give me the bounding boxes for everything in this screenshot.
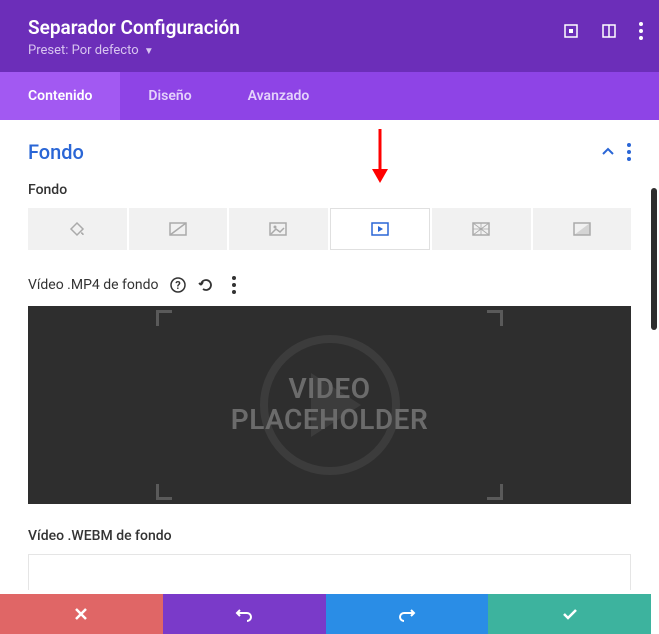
mask-icon (573, 222, 591, 236)
bg-tab-video[interactable] (330, 208, 431, 250)
collapse-icon[interactable] (601, 145, 615, 159)
caret-down-icon: ▼ (144, 46, 154, 57)
check-icon (561, 605, 579, 623)
video-webm-input[interactable] (28, 554, 631, 590)
confirm-button[interactable] (488, 594, 651, 634)
section-menu-icon[interactable] (627, 143, 631, 161)
cancel-button[interactable] (0, 594, 163, 634)
reset-icon (198, 277, 214, 293)
preset-prefix: Preset: (28, 43, 68, 58)
bracket-tl (156, 310, 172, 326)
modal-header: Separador Configuración Preset: Por defe… (0, 0, 659, 72)
close-icon (73, 606, 89, 622)
preset-value: Por defecto (72, 43, 139, 58)
bracket-tr (487, 310, 503, 326)
bg-tab-gradient[interactable] (129, 208, 228, 250)
help-icon: ? (170, 277, 186, 293)
image-icon (269, 222, 287, 236)
expand-icon[interactable] (601, 23, 617, 39)
reset-button[interactable] (195, 274, 217, 296)
tab-content[interactable]: Contenido (0, 72, 120, 120)
footer-actions (0, 594, 651, 634)
background-label: Fondo (28, 182, 631, 198)
section-title: Fondo (28, 140, 84, 164)
background-type-tabs (28, 208, 631, 250)
bracket-br (487, 484, 503, 500)
option-menu-button[interactable] (223, 274, 245, 296)
tab-advanced[interactable]: Avanzado (220, 72, 338, 120)
redo-button[interactable] (326, 594, 489, 634)
undo-button[interactable] (163, 594, 326, 634)
paint-icon (68, 220, 86, 238)
bracket-bl (156, 484, 172, 500)
gradient-icon (169, 222, 187, 236)
video-preview[interactable]: VIDEO PLACEHOLDER (28, 306, 631, 504)
bg-tab-mask[interactable] (533, 208, 632, 250)
undo-icon (235, 605, 253, 623)
bg-tab-image[interactable] (229, 208, 328, 250)
main-tabs: Contenido Diseño Avanzado (0, 72, 659, 120)
placeholder-line2: PLACEHOLDER (231, 405, 429, 436)
video-webm-label: Vídeo .WEBM de fondo (28, 528, 631, 544)
dots-icon (232, 276, 236, 294)
help-button[interactable]: ? (167, 274, 189, 296)
video-placeholder-text: VIDEO PLACEHOLDER (231, 374, 429, 436)
video-icon (371, 222, 389, 236)
kebab-menu-icon[interactable] (639, 22, 643, 40)
snap-icon[interactable] (563, 23, 579, 39)
placeholder-line1: VIDEO (231, 374, 429, 405)
content-panel: Fondo Fondo Vídeo .MP4 de fondo (0, 120, 659, 590)
preset-selector[interactable]: Preset: Por defecto ▼ (28, 43, 631, 58)
bg-tab-color[interactable] (28, 208, 127, 250)
tab-design[interactable]: Diseño (120, 72, 219, 120)
video-mp4-label: Vídeo .MP4 de fondo (28, 277, 159, 293)
pattern-icon (472, 222, 490, 236)
scrollbar[interactable] (651, 188, 657, 330)
svg-text:?: ? (175, 279, 181, 292)
redo-icon (398, 605, 416, 623)
modal-title: Separador Configuración (28, 16, 631, 39)
bg-tab-pattern[interactable] (432, 208, 531, 250)
